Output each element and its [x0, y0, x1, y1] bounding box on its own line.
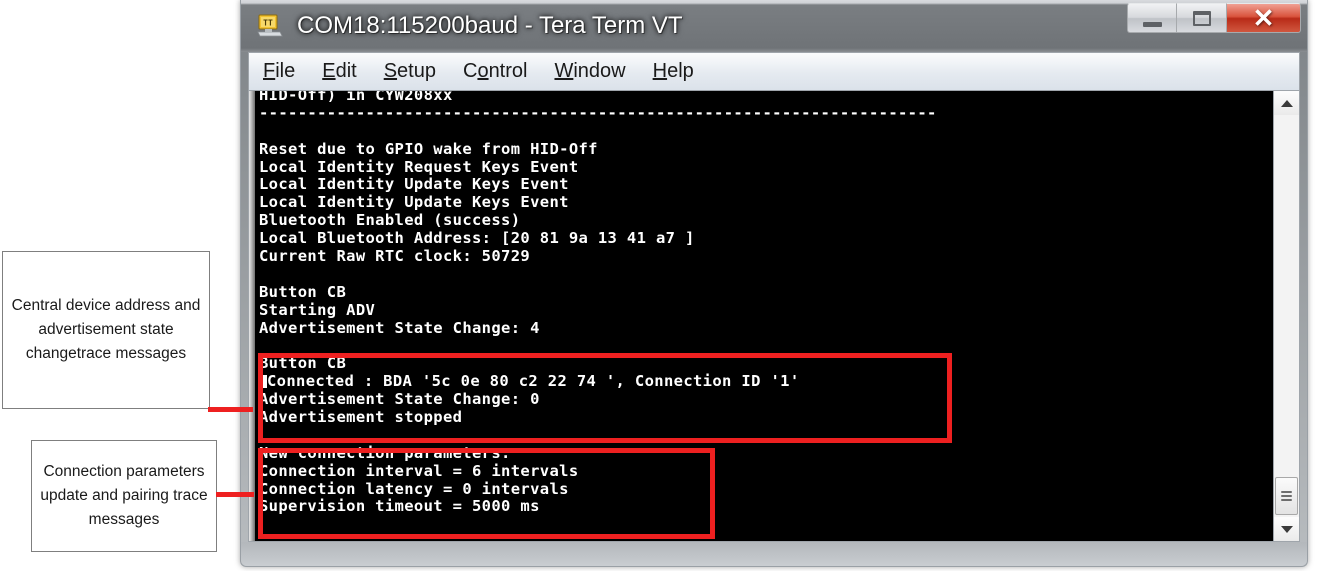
tera-term-icon: TT	[257, 14, 283, 38]
minimize-button[interactable]	[1127, 3, 1177, 33]
terminal-line: Connected : BDA '5c 0e 80 c2 22 74 ', Co…	[259, 372, 937, 391]
terminal-line: Connection latency = 0 intervals	[259, 479, 569, 498]
terminal-line: Advertisement State Change: 0	[259, 390, 540, 409]
window-title: COM18:115200baud - Tera Term VT	[297, 12, 683, 39]
maximize-button[interactable]	[1177, 3, 1227, 33]
terminal-output: HID-Off) in CYW208xx --------------------…	[259, 91, 937, 516]
close-button[interactable]: ✕	[1227, 3, 1301, 33]
terminal-line: Local Identity Update Keys Event	[259, 175, 569, 194]
scroll-down-button[interactable]	[1274, 517, 1299, 541]
menu-item-setup[interactable]: Setup	[384, 60, 436, 83]
menu-item-control[interactable]: Control	[463, 60, 527, 83]
terminal-screen[interactable]: HID-Off) in CYW208xx --------------------…	[255, 91, 1273, 541]
scroll-up-button[interactable]	[1274, 91, 1299, 115]
terminal-frame: HID-Off) in CYW208xx --------------------…	[248, 90, 1300, 542]
terminal-line: Connection interval = 6 intervals	[259, 461, 579, 480]
chevron-down-icon	[1280, 525, 1293, 533]
title-bar[interactable]: TT COM18:115200baud - Tera Term VT ✕	[241, 0, 1307, 52]
terminal-line: Button CB	[259, 282, 347, 301]
menu-item-window[interactable]: Window	[554, 60, 625, 83]
callout-text: Connection parameters update and pairing…	[40, 463, 208, 528]
callout-connection-parameters: Connection parameters update and pairing…	[31, 440, 217, 552]
terminal-line: New connection parameters:	[259, 443, 511, 462]
close-icon: ✕	[1252, 3, 1275, 33]
maximize-icon	[1192, 10, 1211, 26]
terminal-line: ----------------------------------------…	[259, 103, 937, 122]
terminal-line: Supervision timeout = 5000 ms	[259, 497, 540, 516]
tera-term-window: TT COM18:115200baud - Tera Term VT ✕ Fil…	[240, 0, 1308, 567]
terminal-line: Bluetooth Enabled (success)	[259, 211, 521, 230]
terminal-line: HID-Off) in CYW208xx	[259, 91, 453, 104]
menu-bar: File Edit Setup Control Window Help	[248, 52, 1300, 90]
terminal-scrollbar[interactable]	[1273, 91, 1299, 541]
terminal-line: Local Identity Update Keys Event	[259, 193, 569, 212]
scrollbar-track[interactable]	[1274, 115, 1299, 517]
terminal-line: Starting ADV	[259, 300, 376, 319]
callout-connector-line-2	[216, 492, 254, 497]
window-controls: ✕	[1127, 3, 1301, 36]
grip-icon	[1281, 489, 1292, 503]
callout-connector-line-1	[208, 407, 253, 412]
minimize-icon	[1142, 21, 1162, 27]
terminal-line: Local Identity Request Keys Event	[259, 157, 579, 176]
terminal-line: Button CB	[259, 354, 347, 373]
callout-text: Central device address and advertisement…	[11, 297, 201, 362]
terminal-cursor	[259, 375, 267, 389]
chevron-up-icon	[1280, 99, 1293, 107]
terminal-line: Local Bluetooth Address: [20 81 9a 13 41…	[259, 229, 695, 248]
scrollbar-thumb[interactable]	[1275, 477, 1298, 515]
terminal-line: Current Raw RTC clock: 50729	[259, 247, 531, 266]
menu-item-help[interactable]: Help	[653, 60, 694, 83]
callout-central-device-address: Central device address and advertisement…	[2, 251, 210, 409]
svg-text:TT: TT	[263, 19, 273, 28]
menu-item-edit[interactable]: Edit	[322, 60, 356, 83]
window-bottom-frame	[241, 542, 1307, 566]
terminal-line: Advertisement stopped	[259, 408, 463, 427]
terminal-line: Reset due to GPIO wake from HID-Off	[259, 139, 598, 158]
menu-item-file[interactable]: File	[263, 60, 295, 83]
terminal-line: Advertisement State Change: 4	[259, 318, 540, 337]
